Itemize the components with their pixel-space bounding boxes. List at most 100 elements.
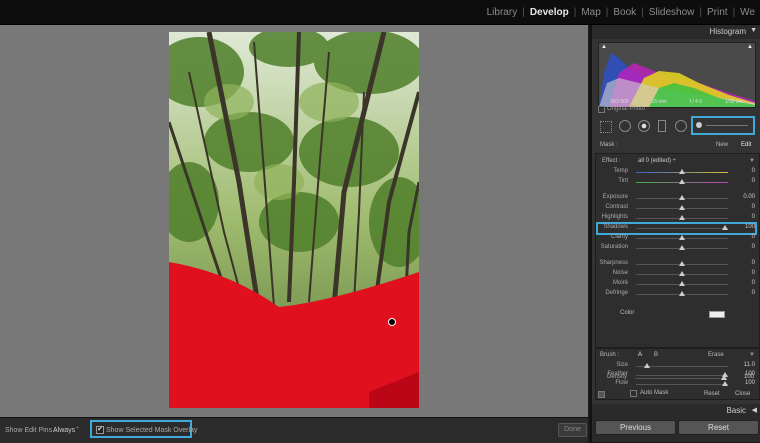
contrast-knob[interactable]: [679, 205, 685, 210]
contrast-value[interactable]: 0: [752, 204, 755, 210]
brush-b-button[interactable]: B: [654, 352, 658, 358]
photo-preview[interactable]: [169, 32, 419, 408]
panel-close-button[interactable]: Close: [735, 391, 750, 397]
size-value[interactable]: 11.0: [744, 362, 755, 368]
histogram-header[interactable]: Histogram ▼: [592, 25, 760, 39]
crop-tool-icon[interactable]: [600, 121, 612, 133]
density-slider[interactable]: Density 100: [595, 374, 758, 383]
shadows-slider[interactable]: Shadows 100: [596, 224, 759, 233]
defringe-knob[interactable]: [679, 291, 685, 296]
reset-button[interactable]: Reset: [678, 420, 759, 435]
moire-slider[interactable]: Moiré 0: [596, 280, 759, 289]
panel-reset-button[interactable]: Reset: [704, 391, 720, 397]
module-slideshow[interactable]: Slideshow: [644, 7, 700, 18]
highlights-value[interactable]: 0: [752, 214, 755, 220]
saturation-slider[interactable]: Saturation 0: [596, 244, 759, 253]
contrast-slider[interactable]: Contrast 0: [596, 204, 759, 213]
noise-knob[interactable]: [679, 271, 685, 276]
done-button[interactable]: Done: [558, 423, 587, 437]
forest-photo: [169, 32, 419, 408]
original-photo-checkbox[interactable]: [598, 106, 605, 113]
highlights-knob[interactable]: [679, 215, 685, 220]
defringe-value[interactable]: 0: [752, 290, 755, 296]
density-value[interactable]: 100: [744, 374, 754, 380]
brush-erase-button[interactable]: Erase: [708, 352, 724, 358]
shadow-clip-icon[interactable]: ▲: [601, 44, 607, 50]
color-swatch[interactable]: [709, 311, 725, 318]
mask-edit-button[interactable]: Edit: [741, 142, 751, 148]
image-canvas[interactable]: [0, 25, 588, 417]
brush-a-button[interactable]: A: [638, 352, 642, 358]
tint-knob[interactable]: [679, 179, 685, 184]
spot-removal-icon[interactable]: [619, 120, 631, 132]
edit-pins-label: Show Edit Pins :: [5, 427, 56, 434]
temp-slider[interactable]: Temp 0: [596, 168, 759, 177]
size-knob[interactable]: [644, 363, 650, 368]
density-knob[interactable]: [721, 375, 727, 380]
previous-button[interactable]: Previous: [595, 420, 676, 435]
exposure-slider[interactable]: Exposure 0.00: [596, 194, 759, 203]
shadows-label: Shadows: [603, 224, 628, 230]
red-eye-icon[interactable]: [638, 120, 650, 132]
collapse-triangle-icon[interactable]: ▼: [750, 27, 757, 34]
clarity-knob[interactable]: [679, 235, 685, 240]
sharpness-knob[interactable]: [679, 261, 685, 266]
effect-collapse-icon[interactable]: ▼: [749, 158, 755, 164]
shadows-knob[interactable]: [722, 225, 728, 230]
color-label: Color: [620, 310, 635, 316]
tint-value[interactable]: 0: [752, 178, 755, 184]
histogram-chart[interactable]: ▲ ▲ ISO 500 15 mm f / 4.0 1/30 sec: [598, 42, 756, 108]
highlight-clip-icon[interactable]: ▲: [747, 44, 753, 50]
radial-filter-icon[interactable]: [675, 120, 687, 132]
noise-value[interactable]: 0: [752, 270, 755, 276]
sharpness-value[interactable]: 0: [752, 260, 755, 266]
edit-pin[interactable]: [388, 318, 396, 326]
sharpness-label: Sharpness: [599, 260, 628, 266]
auto-mask-checkbox[interactable]: [630, 390, 637, 397]
sharpness-slider[interactable]: Sharpness 0: [596, 260, 759, 269]
module-library[interactable]: Library: [482, 7, 523, 18]
iso-value: ISO 500: [610, 99, 629, 105]
clarity-value[interactable]: 0: [752, 234, 755, 240]
right-panel: Histogram ▼ ▲ ▲ ISO 500 15 mm f / 4.0 1/…: [590, 25, 760, 442]
module-develop[interactable]: Develop: [525, 7, 574, 18]
basic-header[interactable]: Basic ◀: [592, 404, 760, 418]
clarity-slider[interactable]: Clarity 0: [596, 234, 759, 243]
show-overlay-label[interactable]: Show Selected Mask Overlay: [106, 427, 197, 434]
defringe-slider[interactable]: Defringe 0: [596, 290, 759, 299]
histogram-title: Histogram: [709, 27, 746, 36]
edit-pins-dropdown[interactable]: Always: [53, 427, 75, 434]
basic-collapse-icon[interactable]: ◀: [752, 406, 757, 414]
graduated-filter-icon[interactable]: [658, 120, 666, 132]
saturation-value[interactable]: 0: [752, 244, 755, 250]
brush-label: Brush :: [600, 352, 620, 358]
adjustment-brush-icon[interactable]: [696, 122, 702, 128]
original-photo-label: Original Photo: [607, 106, 646, 112]
show-overlay-checkbox[interactable]: ✔: [96, 426, 104, 434]
saturation-knob[interactable]: [679, 245, 685, 250]
density-track: [635, 378, 727, 379]
tint-slider[interactable]: Tint 0: [596, 178, 759, 187]
brush-collapse-icon[interactable]: ▼: [749, 352, 755, 358]
moire-value[interactable]: 0: [752, 280, 755, 286]
aperture-value: f / 4.0: [689, 99, 702, 105]
effect-dropdown[interactable]: all 0 (edited) ÷: [638, 158, 676, 164]
temp-knob[interactable]: [679, 169, 685, 174]
module-map[interactable]: Map: [576, 7, 605, 18]
effect-label: Effect :: [602, 158, 621, 164]
exposure-knob[interactable]: [679, 195, 685, 200]
temp-value[interactable]: 0: [752, 168, 755, 174]
module-book[interactable]: Book: [608, 7, 641, 18]
exposure-value[interactable]: 0.00: [743, 194, 755, 200]
module-web[interactable]: We: [735, 7, 760, 18]
size-slider[interactable]: Size 11.0: [596, 362, 759, 371]
shutter-value: 1/30 sec: [724, 99, 744, 105]
noise-slider[interactable]: Noise 0: [596, 270, 759, 279]
module-print[interactable]: Print: [702, 7, 733, 18]
exif-info: ISO 500 15 mm f / 4.0 1/30 sec: [599, 99, 755, 105]
moire-knob[interactable]: [679, 281, 685, 286]
mask-panel-toggle-icon[interactable]: [598, 391, 605, 398]
shadows-value[interactable]: 100: [745, 224, 755, 230]
mask-row: Mask : New Edit: [592, 139, 760, 151]
mask-new-button[interactable]: New: [716, 142, 728, 148]
